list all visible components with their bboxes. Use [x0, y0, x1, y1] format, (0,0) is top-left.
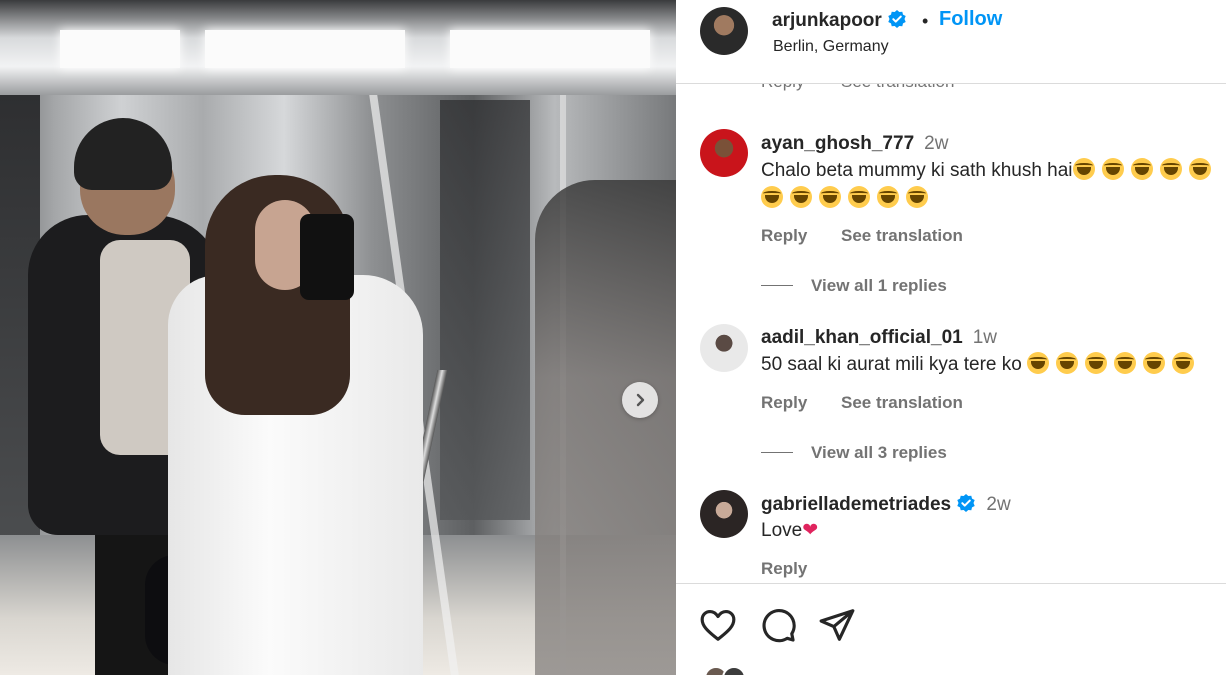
username-text: arjunkapoor [772, 10, 882, 31]
chevron-right-icon [636, 393, 645, 407]
view-replies-button[interactable]: View all 3 replies [761, 443, 947, 463]
laughing-emoji-icon [761, 186, 783, 208]
username-text: ayan_ghosh_777 [761, 133, 915, 154]
laughing-emoji-icon [819, 186, 841, 208]
comment-username[interactable]: aadil_khan_official_01 1w [761, 327, 997, 349]
view-replies-button[interactable]: View all 1 replies [761, 276, 947, 296]
comments-panel: Reply See translation arjunkapoor • Foll… [676, 0, 1226, 675]
comment-text: Love❤ [761, 517, 818, 545]
speech-bubble-icon[interactable] [759, 606, 797, 644]
laughing-emoji-icon [1172, 352, 1195, 374]
reply-button[interactable]: Reply [761, 226, 807, 246]
avatar[interactable] [700, 490, 748, 538]
avatar[interactable] [700, 129, 748, 177]
ceiling-light [450, 30, 650, 68]
man-figure [74, 118, 172, 190]
reply-button[interactable]: Reply [761, 393, 807, 413]
laughing-emoji-icon [1072, 158, 1095, 180]
comment-text-content: Chalo beta mummy ki sath khush hai [761, 160, 1073, 181]
mirror-reflection [535, 180, 676, 675]
username-text: gabriellademetriades [761, 494, 952, 515]
laughing-emoji-icon [1027, 352, 1050, 374]
post-author-username[interactable]: arjunkapoor [772, 9, 907, 32]
elevator-wall [440, 100, 530, 520]
comment-text-content: Love [761, 520, 803, 541]
laughing-emoji-icon [1056, 352, 1079, 374]
comment-text: Chalo beta mummy ki sath khush hai [761, 157, 1218, 185]
laughing-emoji-icon [1130, 158, 1153, 180]
post-actions-bar [676, 583, 1226, 675]
follow-button[interactable]: Follow [939, 8, 1002, 31]
laughing-emoji-icon [848, 186, 870, 208]
view-replies-label: View all 3 replies [811, 443, 947, 462]
divider-line [761, 452, 793, 453]
red-heart-emoji-icon: ❤ [802, 520, 819, 541]
see-translation-button[interactable]: See translation [841, 226, 963, 246]
avatar[interactable] [700, 324, 748, 372]
post-photo [0, 0, 676, 675]
avatar[interactable] [700, 7, 748, 55]
laughing-emoji-icon [1143, 352, 1166, 374]
laughing-emoji-icon [1159, 158, 1182, 180]
username-text: aadil_khan_official_01 [761, 327, 963, 348]
comment-username[interactable]: gabriellademetriades 2w [761, 493, 1011, 516]
laughing-emoji-icon [1101, 158, 1124, 180]
post-header: arjunkapoor • Follow Berlin, Germany [676, 0, 1226, 84]
verified-badge-icon [957, 494, 976, 512]
comment-timestamp[interactable]: 2w [986, 494, 1010, 515]
comment-username[interactable]: ayan_ghosh_777 2w [761, 133, 948, 155]
laughing-emoji-icon [1085, 352, 1108, 374]
comment-text: 50 saal ki aurat mili kya tere ko [761, 351, 1201, 379]
comment-text [761, 185, 935, 213]
verified-badge-icon [888, 10, 906, 28]
post-location[interactable]: Berlin, Germany [773, 38, 889, 56]
ceiling-light [60, 30, 180, 68]
comment-timestamp[interactable]: 1w [973, 327, 997, 348]
view-replies-label: View all 1 replies [811, 276, 947, 295]
heart-outline-icon[interactable] [699, 606, 737, 644]
laughing-emoji-icon [790, 186, 812, 208]
laughing-emoji-icon [1188, 158, 1211, 180]
next-photo-button[interactable] [622, 382, 658, 418]
divider-line [761, 285, 793, 286]
see-translation-button[interactable]: See translation [841, 393, 963, 413]
separator-dot: • [922, 11, 929, 31]
laughing-emoji-icon [1114, 352, 1137, 374]
avatar[interactable] [722, 666, 746, 675]
reply-button[interactable]: Reply [761, 559, 807, 579]
laughing-emoji-icon [906, 186, 928, 208]
phone [300, 214, 354, 300]
comment-timestamp[interactable]: 2w [924, 133, 948, 154]
comment-text-content: 50 saal ki aurat mili kya tere ko [761, 354, 1022, 375]
ceiling-light [205, 30, 405, 68]
laughing-emoji-icon [877, 186, 899, 208]
paper-plane-icon[interactable] [818, 606, 856, 644]
